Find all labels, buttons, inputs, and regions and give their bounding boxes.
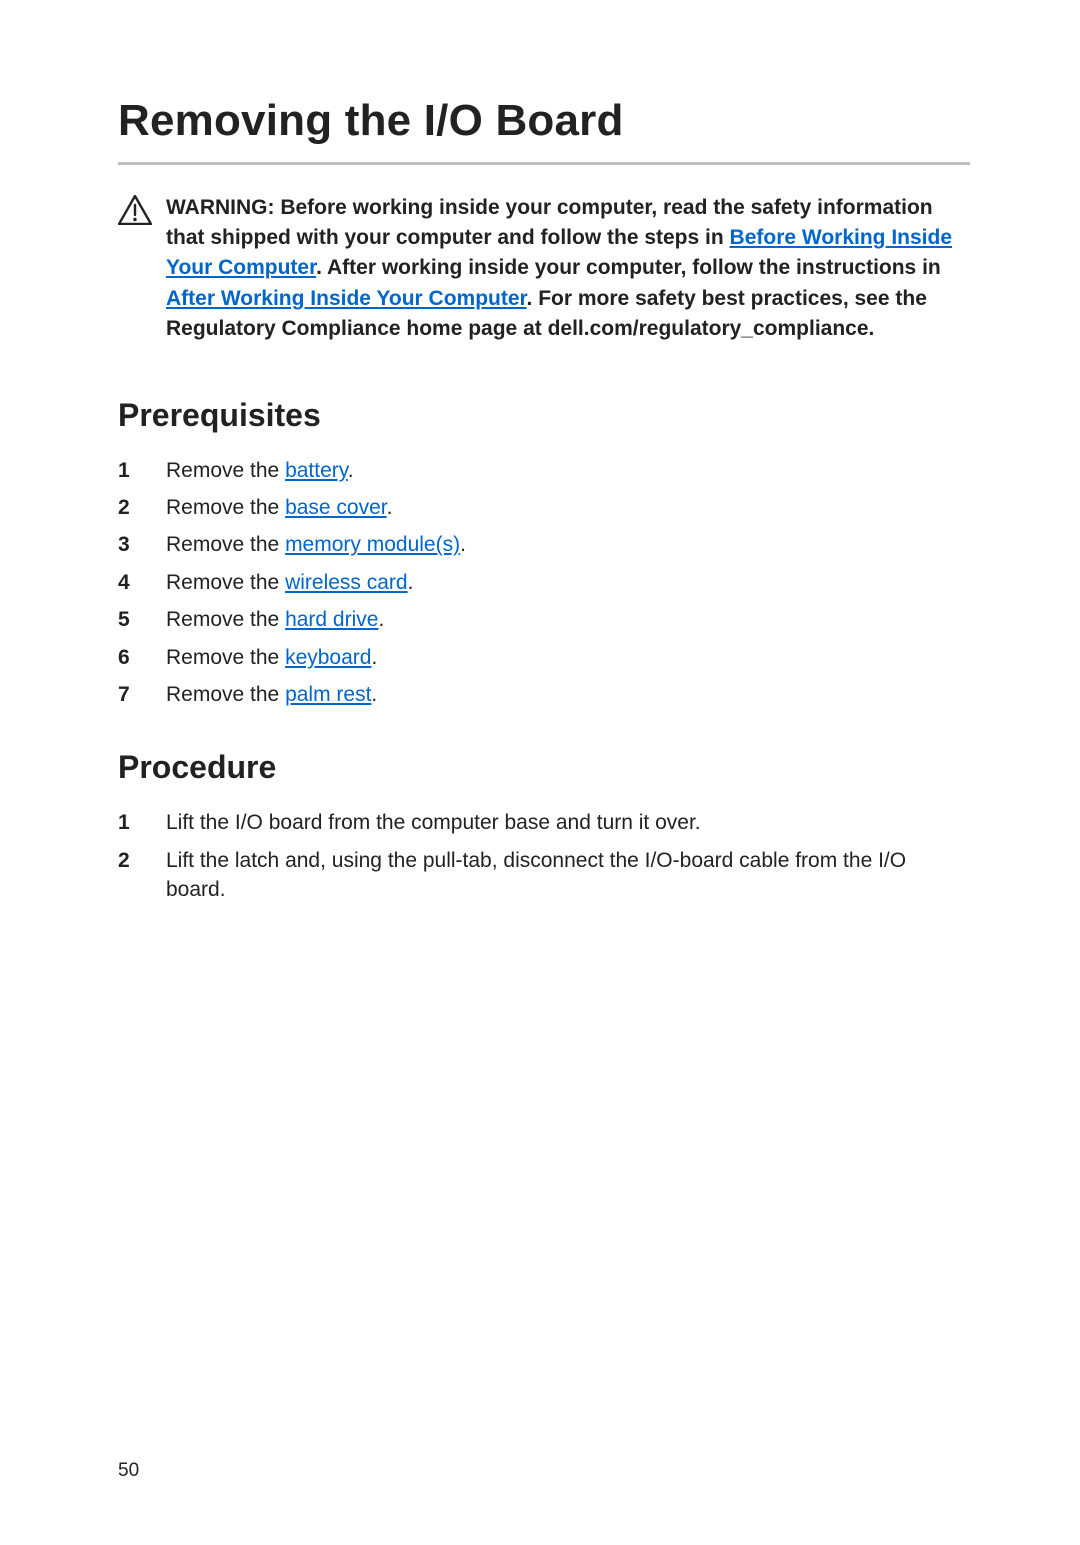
list-item: Remove the palm rest.	[118, 680, 970, 709]
list-item: Remove the battery.	[118, 456, 970, 485]
link-keyboard[interactable]: keyboard	[285, 646, 371, 669]
link-battery[interactable]: battery	[285, 459, 348, 482]
list-item: Lift the I/O board from the computer bas…	[118, 808, 970, 837]
link-palm-rest[interactable]: palm rest	[285, 683, 371, 706]
link-wireless-card[interactable]: wireless card	[285, 571, 408, 594]
page-number: 50	[118, 1458, 139, 1485]
link-memory-modules[interactable]: memory module(s)	[285, 533, 460, 556]
warning-text: WARNING: Before working inside your comp…	[166, 193, 970, 345]
link-base-cover[interactable]: base cover	[285, 496, 387, 519]
prerequisites-list: Remove the battery. Remove the base cove…	[118, 456, 970, 710]
list-item: Remove the memory module(s).	[118, 530, 970, 559]
procedure-list: Lift the I/O board from the computer bas…	[118, 808, 970, 904]
document-page: Removing the I/O Board WARNING: Before w…	[0, 0, 1080, 1545]
page-title: Removing the I/O Board	[118, 90, 970, 165]
link-hard-drive[interactable]: hard drive	[285, 608, 378, 631]
warning-block: WARNING: Before working inside your comp…	[118, 193, 970, 345]
list-item: Remove the hard drive.	[118, 605, 970, 634]
link-after-working[interactable]: After Working Inside Your Computer	[166, 287, 527, 310]
section-prerequisites-heading: Prerequisites	[118, 393, 970, 438]
list-item: Remove the base cover.	[118, 493, 970, 522]
list-item: Remove the wireless card.	[118, 568, 970, 597]
warning-icon	[118, 195, 152, 225]
list-item: Remove the keyboard.	[118, 643, 970, 672]
list-item: Lift the latch and, using the pull-tab, …	[118, 846, 970, 905]
section-procedure-heading: Procedure	[118, 745, 970, 790]
warning-mid: . After working inside your computer, fo…	[316, 256, 941, 279]
